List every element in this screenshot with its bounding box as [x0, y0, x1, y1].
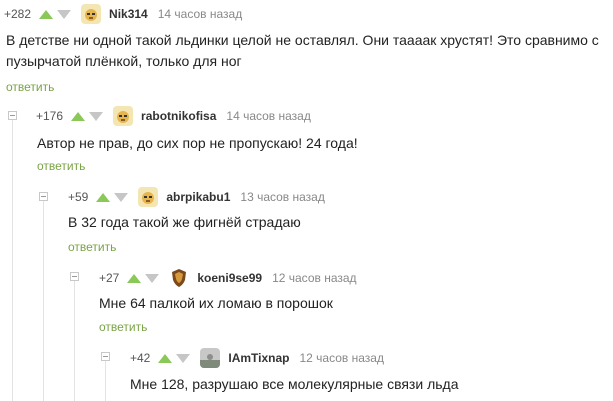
collapse-toggle-icon[interactable] — [8, 111, 17, 120]
upvote-arrow-icon[interactable] — [127, 273, 142, 283]
collapse-toggle-icon[interactable] — [70, 272, 79, 281]
comment-rating: +59 — [68, 190, 89, 204]
thread-line — [12, 120, 13, 401]
comment-text: В детстве ни одной такой льдинки целой н… — [6, 32, 599, 69]
thread-line — [105, 360, 106, 401]
shield-avatar[interactable] — [169, 268, 190, 288]
username[interactable]: abrpikabu1 — [166, 190, 230, 204]
comment-text: Мне 128, разрушаю все молекулярные связи… — [130, 376, 459, 392]
upvote-arrow-icon[interactable] — [71, 111, 86, 121]
comment-text: Мне 64 палкой их ломаю в порошок — [99, 295, 333, 311]
comment-text: Автор не прав, до сих пор не пропускаю! … — [37, 135, 358, 151]
timestamp: 12 часов назад — [299, 351, 384, 365]
reply-link[interactable]: ответить — [99, 320, 147, 334]
dog-avatar[interactable] — [138, 187, 159, 207]
upvote-arrow-icon[interactable] — [39, 9, 54, 19]
reply-link[interactable]: ответить — [68, 240, 116, 254]
dog-avatar[interactable] — [81, 4, 102, 24]
dog-avatar[interactable] — [113, 106, 134, 126]
comment-text: В 32 года такой же фигнёй страдаю — [68, 214, 301, 230]
collapse-toggle-icon[interactable] — [39, 192, 48, 201]
downvote-arrow-icon[interactable] — [176, 353, 191, 363]
timestamp: 14 часов назад — [157, 7, 243, 21]
thread-line — [74, 280, 75, 401]
username[interactable]: koeni9se99 — [197, 271, 262, 285]
timestamp: 14 часов назад — [226, 109, 311, 123]
collapse-toggle-icon[interactable] — [101, 352, 110, 361]
reply-link[interactable]: ответить — [37, 159, 85, 173]
timestamp: 12 часов назад — [272, 271, 357, 285]
username[interactable]: IAmTixnap — [228, 351, 289, 365]
comment-rating: +42 — [130, 351, 151, 365]
photo-avatar[interactable] — [200, 348, 221, 368]
reply-link[interactable]: ответить — [6, 80, 54, 94]
username[interactable]: rabotnikofisa — [141, 109, 216, 123]
upvote-arrow-icon[interactable] — [158, 353, 173, 363]
thread-line — [43, 200, 44, 401]
downvote-arrow-icon[interactable] — [145, 273, 160, 283]
downvote-arrow-icon[interactable] — [89, 111, 104, 121]
comment-rating: +282 — [4, 7, 32, 21]
upvote-arrow-icon[interactable] — [96, 192, 111, 202]
downvote-arrow-icon[interactable] — [57, 9, 72, 19]
username[interactable]: Nik314 — [109, 7, 148, 21]
timestamp: 13 часов назад — [240, 190, 325, 204]
comment-rating: +27 — [99, 271, 120, 285]
comment-rating: +176 — [36, 109, 64, 123]
downvote-arrow-icon[interactable] — [114, 192, 129, 202]
